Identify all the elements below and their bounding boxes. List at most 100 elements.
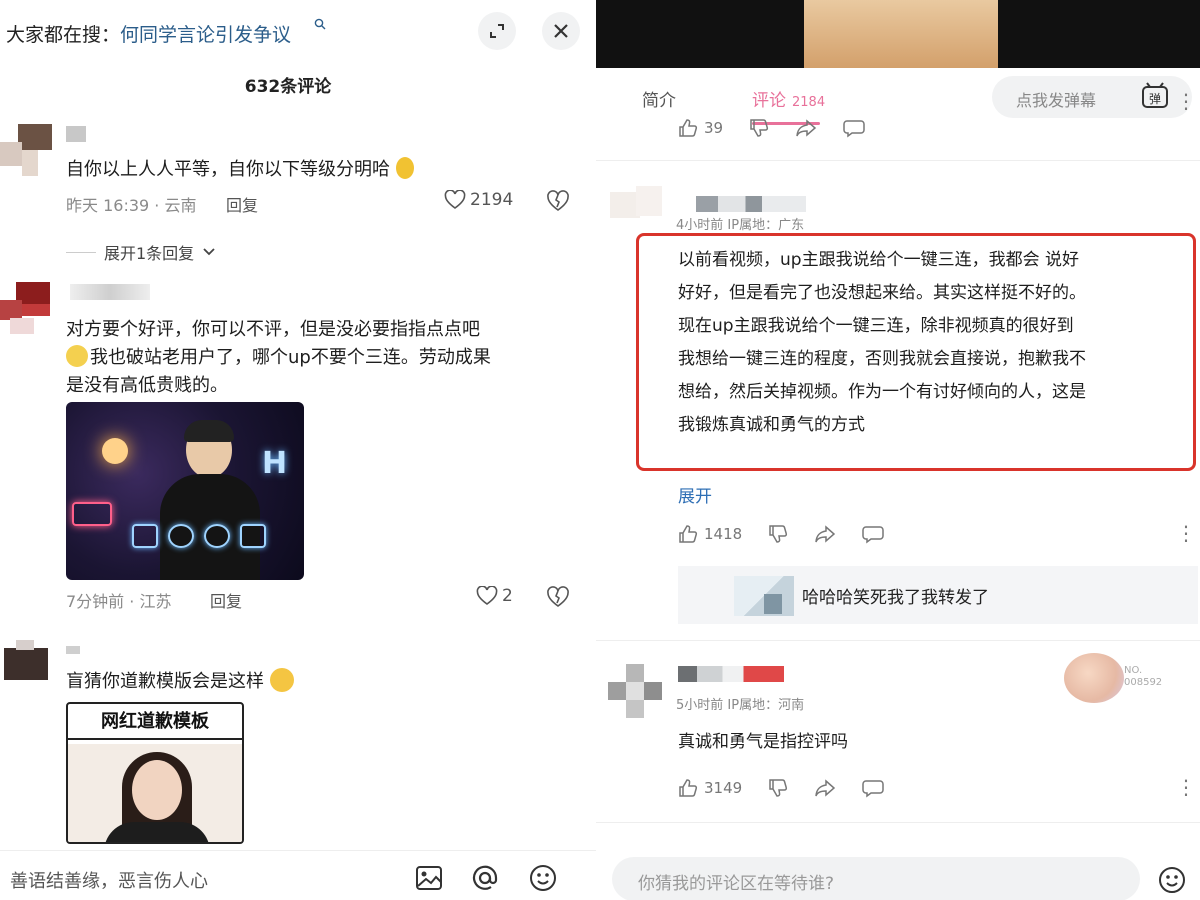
danmaku-placeholder: 点我发弹幕 <box>1016 91 1097 110</box>
username-blurred <box>66 126 86 142</box>
woman-shirt <box>104 822 210 842</box>
divider <box>596 640 1200 641</box>
comment-meta: 5小时前 IP属地：河南 <box>676 698 805 713</box>
thumb-down-icon <box>769 779 788 797</box>
danmaku-toggle-icon[interactable]: 弹 <box>1140 82 1170 112</box>
share-button[interactable] <box>795 118 817 138</box>
share-icon <box>815 525 836 543</box>
comment-text: 盲猜你道歉模版会是这样 <box>66 668 294 696</box>
lamp-glow <box>102 438 128 464</box>
like-button[interactable]: 39 <box>678 118 723 138</box>
dislike-button[interactable] <box>749 118 769 138</box>
comment-count: 632条评论 <box>244 77 332 97</box>
reply-button[interactable] <box>843 118 865 138</box>
search-icon[interactable] <box>314 18 326 34</box>
comment-meta: 昨天 16:39 · 云南 <box>66 196 197 215</box>
comment-bubble-icon <box>843 120 865 138</box>
more-options-icon[interactable]: ⋮ <box>1176 777 1196 797</box>
sub-reply-preview[interactable]: 哈哈哈笑死我了我转发了 <box>678 566 1198 624</box>
comment-text: 真诚和勇气是指控评吗 <box>678 732 848 752</box>
emoji-icon[interactable] <box>1158 866 1186 898</box>
broken-heart-icon <box>547 190 569 211</box>
comment-text: 以前看视频，up主跟我说给个一键三连，我都会 说好 好好，但是看完了也没想起来给… <box>678 250 1086 435</box>
neon-icons-row <box>132 524 282 554</box>
comment-text: 对方要个好评，你可以不评，但是没必要指指点点吧 我也破站老用户了，哪个up不要个… <box>66 319 491 396</box>
divider <box>596 160 1200 161</box>
expand-icon <box>490 24 504 38</box>
expand-comment-link[interactable]: 展开 <box>678 482 712 507</box>
medal-emoji-icon <box>395 157 414 179</box>
avatar[interactable] <box>0 282 52 334</box>
comment-input[interactable]: 你猜我的评论区在等待谁? <box>612 857 1140 900</box>
crying-emoji-icon <box>66 345 88 367</box>
comment-text: 自你以上人人平等，自你以下等级分明哈 <box>66 156 414 184</box>
expand-replies-button[interactable]: 展开1条回复 <box>66 240 216 264</box>
username-blurred <box>66 646 80 654</box>
dislike-button[interactable] <box>546 190 570 216</box>
heart-icon <box>476 586 498 605</box>
comment-actions: 3149 <box>678 778 884 798</box>
dislike-button[interactable] <box>768 524 788 544</box>
avatar[interactable] <box>0 124 52 176</box>
sub-reply-text: 哈哈哈笑死我了我转发了 <box>802 588 989 608</box>
image-photo <box>68 744 242 842</box>
heart-icon <box>444 190 466 209</box>
comment-image-apology-template[interactable]: 网红道歉模板 <box>66 702 244 844</box>
reply-button[interactable]: 回复 <box>210 588 242 612</box>
expand-button[interactable] <box>478 12 516 50</box>
video-player[interactable] <box>596 0 1200 68</box>
avatar[interactable] <box>0 640 52 684</box>
comment-bubble-icon <box>862 780 884 798</box>
like-button[interactable]: 2194 <box>444 190 513 210</box>
comment-bubble-icon <box>862 526 884 544</box>
avatar[interactable] <box>610 186 662 226</box>
right-comment-panel: 简介 评论 2184 点我发弹幕 弹 39 4小时前 IP属地：广东 以前看视频，… <box>596 0 1200 900</box>
left-comment-panel: 大家都在搜： 何同学言论引发争议 632条评论 自你以上人人平等，自你以下等级分… <box>0 0 596 900</box>
badge-art <box>1064 653 1124 703</box>
dislike-button[interactable] <box>768 778 788 798</box>
search-hint-link[interactable]: 何同学言论引发争议 <box>120 20 291 47</box>
like-count: 3149 <box>704 779 743 797</box>
like-button[interactable]: 3149 <box>678 778 742 798</box>
dislike-button[interactable] <box>546 586 570 612</box>
comment-input-bar: 善语结善缘，恶言伤人心 <box>0 850 596 900</box>
image-icon[interactable] <box>414 863 444 893</box>
avatar[interactable] <box>608 664 662 718</box>
comment-meta: 7分钟前 · 江苏 <box>66 592 172 611</box>
hair <box>184 420 234 442</box>
more-options-icon[interactable]: ⋮ <box>1176 523 1196 543</box>
thumb-up-icon <box>679 119 698 137</box>
divider <box>66 251 96 253</box>
thinking-emoji-icon <box>269 668 294 692</box>
comment-input[interactable]: 善语结善缘，恶言伤人心 <box>10 867 208 893</box>
emoji-icon[interactable] <box>528 863 558 893</box>
tab-comments[interactable]: 评论 2184 <box>752 86 825 111</box>
broken-heart-icon <box>547 586 569 607</box>
comment-image-video-thumbnail[interactable]: H <box>66 402 304 580</box>
comment-input-placeholder: 你猜我的评论区在等待谁? <box>638 874 835 894</box>
like-count: 2 <box>502 586 513 606</box>
sub-reply-avatar-blurred-dark <box>764 594 782 614</box>
reply-button[interactable]: 回复 <box>226 192 258 216</box>
like-count: 1418 <box>704 525 743 543</box>
share-button[interactable] <box>814 778 836 798</box>
search-hint-prefix: 大家都在搜： <box>6 24 121 46</box>
like-button[interactable]: 1418 <box>678 524 742 544</box>
comment-meta: 4小时前 IP属地：广东 <box>676 218 805 233</box>
woman-face <box>132 760 182 820</box>
username-blurred <box>696 196 806 212</box>
reply-button[interactable] <box>862 524 884 544</box>
danmaku-input[interactable]: 点我发弹幕 弹 <box>992 76 1192 118</box>
reply-button[interactable] <box>862 778 884 798</box>
fan-badge: NO. 008592 <box>1064 653 1200 707</box>
share-button[interactable] <box>814 524 836 544</box>
image-title: 网红道歉模板 <box>68 704 242 740</box>
like-button[interactable]: 2 <box>476 586 513 606</box>
mention-icon[interactable] <box>470 863 500 893</box>
username-blurred <box>70 284 150 300</box>
close-button[interactable] <box>542 12 580 50</box>
video-frame <box>804 0 998 68</box>
more-options-icon[interactable]: ⋮ <box>1176 91 1196 111</box>
tab-intro[interactable]: 简介 <box>642 86 676 111</box>
badge-number: NO. 008592 <box>1124 665 1163 688</box>
